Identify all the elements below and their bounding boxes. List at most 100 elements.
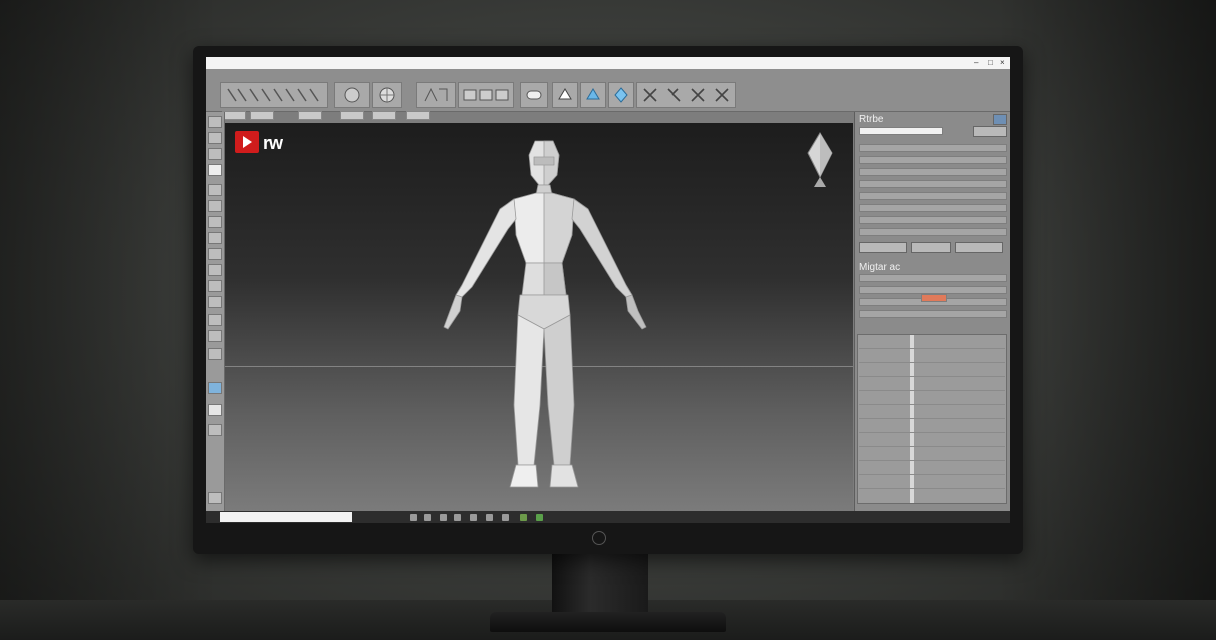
track-row[interactable] xyxy=(859,381,1005,391)
screen: – □ × rw Rtrbe Migtar ac xyxy=(206,57,1010,523)
taskbar-app-icon[interactable] xyxy=(536,514,543,521)
track-row[interactable] xyxy=(859,339,1005,349)
tree-row[interactable] xyxy=(859,192,1007,200)
material-editor-tool[interactable] xyxy=(208,314,222,326)
panel-action-button[interactable] xyxy=(859,242,907,253)
select-tool[interactable] xyxy=(208,116,222,128)
transform-tools-icon xyxy=(227,88,319,102)
scene-panel-title: Rtrbe xyxy=(859,114,884,125)
layer-tool[interactable] xyxy=(208,248,222,260)
panel-options-button[interactable] xyxy=(973,126,1007,137)
subtool-button[interactable] xyxy=(298,111,322,120)
panel-close-button[interactable] xyxy=(993,114,1007,125)
align-tool[interactable] xyxy=(208,232,222,244)
main-toolbar xyxy=(206,69,1010,120)
minimize-icon[interactable]: – xyxy=(974,58,978,67)
paint-tool[interactable] xyxy=(208,164,222,176)
curve-tool[interactable] xyxy=(208,264,222,276)
taskbar-app-icon[interactable] xyxy=(410,514,417,521)
power-button[interactable] xyxy=(592,531,606,545)
track-row[interactable] xyxy=(859,465,1005,475)
3d-viewport[interactable]: rw xyxy=(225,123,853,511)
logo-play-icon xyxy=(243,136,252,148)
geo-tool-button[interactable] xyxy=(372,82,402,108)
taskbar-app-icon[interactable] xyxy=(502,514,509,521)
track-row[interactable] xyxy=(859,479,1005,489)
sphere-tool-button[interactable] xyxy=(334,82,370,108)
tree-row[interactable] xyxy=(859,168,1007,176)
capsule-tool-button[interactable] xyxy=(520,82,548,108)
light-tool-button[interactable] xyxy=(608,82,634,108)
taskbar-app-icon[interactable] xyxy=(440,514,447,521)
modifier-row[interactable] xyxy=(859,274,1007,282)
monitor-base xyxy=(490,612,726,632)
tree-row[interactable] xyxy=(859,228,1007,236)
graph-tool[interactable] xyxy=(208,280,222,292)
taskbar-search[interactable] xyxy=(220,512,352,522)
track-row[interactable] xyxy=(859,423,1005,433)
app-logo xyxy=(235,131,259,153)
track-row[interactable] xyxy=(859,409,1005,419)
taskbar-app-icon[interactable] xyxy=(486,514,493,521)
bone-tools-icon xyxy=(643,88,729,102)
taskbar-app-icon[interactable] xyxy=(470,514,477,521)
track-row[interactable] xyxy=(859,395,1005,405)
capsule-icon xyxy=(526,90,542,100)
render-tool-button[interactable] xyxy=(552,82,578,108)
close-icon[interactable]: × xyxy=(1000,58,1005,67)
search-field[interactable] xyxy=(859,127,943,135)
snap-tools-button[interactable] xyxy=(416,82,456,108)
maximize-icon[interactable]: □ xyxy=(988,58,993,67)
active-modifier-chip[interactable] xyxy=(921,294,947,302)
material-tool-button[interactable] xyxy=(580,82,606,108)
bone-tools-button[interactable] xyxy=(636,82,736,108)
align-icon xyxy=(463,89,509,101)
mirror-tool[interactable] xyxy=(208,216,222,228)
taskbar-app-icon[interactable] xyxy=(454,514,461,521)
align-tools-button[interactable] xyxy=(458,82,514,108)
move-tool[interactable] xyxy=(208,132,222,144)
tree-row[interactable] xyxy=(859,216,1007,224)
track-row[interactable] xyxy=(859,437,1005,447)
light-icon xyxy=(614,87,628,103)
rotate-tool[interactable] xyxy=(208,148,222,160)
subtool-button[interactable] xyxy=(372,111,396,120)
snap-tool[interactable] xyxy=(208,200,222,212)
subtool-button[interactable] xyxy=(340,111,364,120)
taskbar-app-icon[interactable] xyxy=(424,514,431,521)
left-toolbox xyxy=(206,112,225,511)
modifier-row[interactable] xyxy=(859,310,1007,318)
snap-icon xyxy=(424,87,448,102)
track-row[interactable] xyxy=(859,367,1005,377)
material-icon xyxy=(586,88,600,100)
view-cube-icon[interactable] xyxy=(805,131,835,189)
subtool-button[interactable] xyxy=(406,111,430,120)
taskbar-app-icon[interactable] xyxy=(520,514,527,521)
tree-row[interactable] xyxy=(859,204,1007,212)
tool-group-transform[interactable] xyxy=(220,82,328,108)
tree-row[interactable] xyxy=(859,180,1007,188)
tree-row[interactable] xyxy=(859,156,1007,164)
modifier-panel-title: Migtar ac xyxy=(859,262,901,273)
scale-tool[interactable] xyxy=(208,184,222,196)
track-row[interactable] xyxy=(859,451,1005,461)
active-tool[interactable] xyxy=(208,382,222,394)
brush-tool[interactable] xyxy=(208,404,222,416)
modifier-row[interactable] xyxy=(859,286,1007,294)
taskbar xyxy=(206,511,1010,523)
teapot-icon xyxy=(558,88,572,100)
dope-sheet[interactable] xyxy=(857,334,1007,504)
panel-action-button[interactable] xyxy=(955,242,1003,253)
subtool-button[interactable] xyxy=(250,111,274,120)
settings-tool[interactable] xyxy=(208,492,222,504)
right-panel: Rtrbe Migtar ac xyxy=(854,112,1010,511)
schematic-tool[interactable] xyxy=(208,296,222,308)
subtool-button[interactable] xyxy=(222,111,246,120)
eraser-tool[interactable] xyxy=(208,424,222,436)
tree-row[interactable] xyxy=(859,144,1007,152)
human-model[interactable] xyxy=(410,135,675,500)
track-row[interactable] xyxy=(859,353,1005,363)
render-tool[interactable] xyxy=(208,348,222,360)
render-setup-tool[interactable] xyxy=(208,330,222,342)
panel-action-button[interactable] xyxy=(911,242,951,253)
